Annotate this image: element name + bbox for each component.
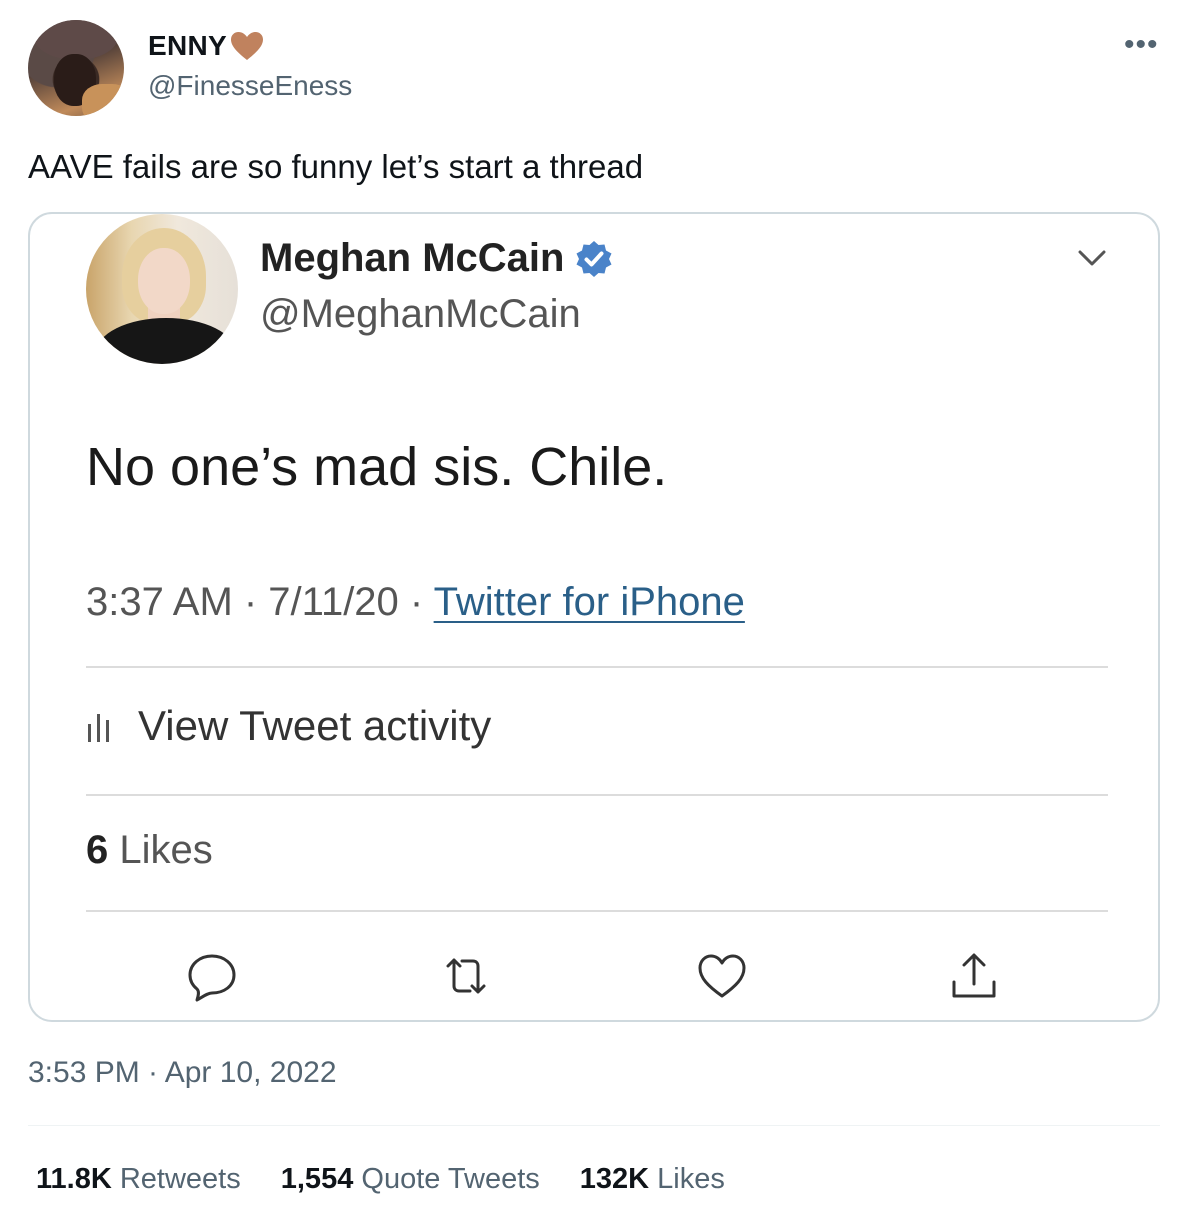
divider: [28, 1125, 1160, 1126]
tweet-timestamp[interactable]: 3:53 PM · Apr 10, 2022: [28, 1056, 337, 1090]
bar-chart-icon: [88, 714, 109, 742]
quoted-tweet-time: 3:37 AM · 7/11/20 ·: [86, 580, 434, 624]
likes-count: 132K: [579, 1163, 650, 1195]
quote-tweets-count: 1,554: [280, 1163, 354, 1195]
quoted-tweet-card[interactable]: Meghan McCain @MeghanMcCain No one’s mad…: [28, 212, 1160, 1022]
quoted-author-name: Meghan McCain: [260, 236, 565, 280]
quoted-likes: 6 Likes: [86, 828, 213, 873]
heart-icon: [698, 954, 746, 998]
view-tweet-activity: View Tweet activity: [86, 702, 491, 750]
retweets-label: Retweets: [111, 1163, 241, 1195]
quoted-tweet-text: No one’s mad sis. Chile.: [86, 437, 668, 497]
retweet-icon: [446, 958, 486, 994]
reply-icon: [188, 954, 236, 1002]
chevron-down-icon: [1078, 250, 1106, 266]
share-icon: [952, 953, 996, 998]
heart-emoji-icon: [231, 32, 263, 60]
verified-badge-icon: [576, 240, 612, 277]
author-avatar[interactable]: [28, 20, 124, 116]
tweet-stats: 11.8K Retweets 1,554 Quote Tweets 132K L…: [36, 1163, 725, 1196]
quote-tweets-stat[interactable]: 1,554 Quote Tweets: [281, 1163, 540, 1196]
retweets-stat[interactable]: 11.8K Retweets: [36, 1163, 241, 1196]
divider: [86, 794, 1108, 796]
quoted-likes-count: 6: [86, 828, 109, 872]
author-name-row[interactable]: ENNY: [148, 30, 265, 62]
quote-tweets-label: Quote Tweets: [353, 1163, 540, 1195]
view-tweet-activity-label: View Tweet activity: [138, 702, 492, 749]
retweets-count: 11.8K: [36, 1163, 112, 1195]
likes-stat[interactable]: 132K Likes: [580, 1163, 725, 1196]
quoted-author-handle: @MeghanMcCain: [260, 292, 581, 336]
likes-label: Likes: [649, 1163, 725, 1195]
author-name[interactable]: ENNY: [148, 30, 227, 62]
tweet-text: AAVE fails are so funny let’s start a th…: [28, 148, 644, 185]
quoted-author-name-row: Meghan McCain: [260, 236, 614, 281]
quoted-tweet-meta: 3:37 AM · 7/11/20 · Twitter for iPhone: [86, 580, 745, 625]
author-handle[interactable]: @FinesseEness: [148, 70, 352, 102]
divider: [86, 910, 1108, 912]
quoted-tweet-source: Twitter for iPhone: [433, 580, 745, 624]
quoted-likes-label: Likes: [108, 828, 213, 872]
divider: [86, 666, 1108, 668]
quoted-author-avatar: [86, 214, 238, 364]
more-icon[interactable]: •••: [1124, 30, 1159, 60]
